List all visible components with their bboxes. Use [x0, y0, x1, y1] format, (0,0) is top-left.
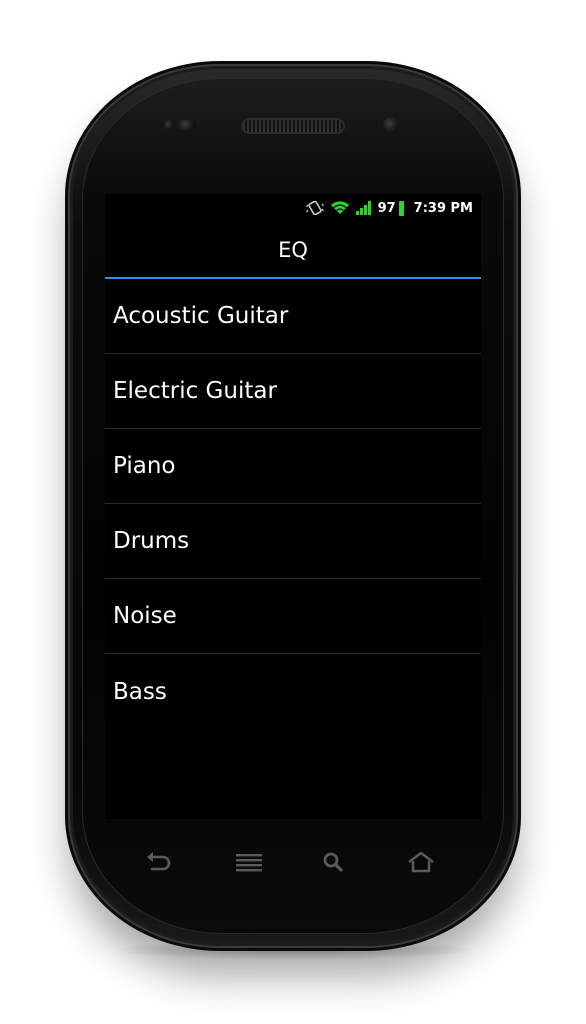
front-camera-icon — [383, 117, 399, 133]
list-item-electric-guitar[interactable]: Electric Guitar — [105, 354, 481, 429]
back-icon[interactable] — [143, 850, 175, 874]
proximity-sensor-icon — [164, 120, 174, 130]
status-bar: 97 7:39 PM — [105, 194, 481, 222]
list-item-acoustic-guitar[interactable]: Acoustic Guitar — [105, 279, 481, 354]
list-item-noise[interactable]: Noise — [105, 579, 481, 654]
vibrate-icon — [305, 201, 324, 215]
light-sensor-icon — [178, 120, 196, 130]
status-time: 7:39 PM — [413, 200, 473, 216]
device-frame: 97 7:39 PM EQ Acoustic Guitar Electric G… — [0, 0, 586, 1024]
menu-icon[interactable] — [233, 850, 265, 874]
search-icon[interactable] — [318, 850, 350, 874]
earpiece-speaker — [243, 120, 343, 132]
battery-percent: 97 — [377, 200, 396, 216]
home-icon[interactable] — [405, 850, 437, 874]
wifi-icon — [330, 201, 349, 214]
page-title: EQ — [278, 237, 308, 262]
signal-icon — [355, 201, 371, 215]
list-item-bass[interactable]: Bass — [105, 654, 481, 729]
battery-icon — [398, 200, 404, 216]
list-item-drums[interactable]: Drums — [105, 504, 481, 579]
list-item-piano[interactable]: Piano — [105, 429, 481, 504]
eq-preset-list: Acoustic Guitar Electric Guitar Piano Dr… — [105, 279, 481, 729]
screen: 97 7:39 PM EQ Acoustic Guitar Electric G… — [105, 194, 481, 819]
